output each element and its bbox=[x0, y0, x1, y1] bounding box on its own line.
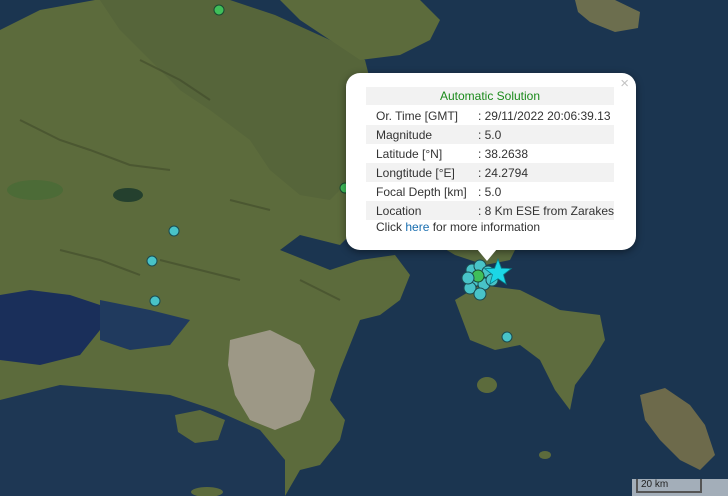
info-label: Location bbox=[366, 201, 474, 220]
info-value: : 8 Km ESE from Zarakes bbox=[473, 201, 614, 220]
info-value: : 38.2638 bbox=[477, 146, 528, 161]
close-icon[interactable]: × bbox=[620, 76, 629, 91]
event-marker[interactable] bbox=[168, 225, 180, 237]
event-marker[interactable] bbox=[146, 255, 158, 267]
table-row: Magnitude : 5.0 bbox=[366, 125, 614, 144]
event-info-table: Or. Time [GMT] : 29/11/2022 20:06:39.13 … bbox=[366, 106, 614, 220]
table-row: Or. Time [GMT] : 29/11/2022 20:06:39.13 bbox=[366, 106, 614, 125]
more-info-prefix: Click bbox=[376, 220, 406, 234]
lake bbox=[7, 180, 63, 200]
islet bbox=[477, 377, 497, 393]
event-marker[interactable] bbox=[501, 331, 513, 343]
event-info-popup: × Automatic Solution Or. Time [GMT] : 29… bbox=[346, 73, 636, 250]
info-label: Focal Depth [km] bbox=[376, 184, 467, 199]
table-row: Focal Depth [km] : 5.0 bbox=[366, 182, 614, 201]
more-info-line: Click here for more information bbox=[376, 220, 540, 234]
info-value: : 5.0 bbox=[473, 125, 614, 144]
table-row: Latitude [°N] : 38.2638 bbox=[366, 144, 614, 163]
table-row: Longtitude [°E] : 24.2794 bbox=[366, 163, 614, 182]
info-label: Latitude [°N] bbox=[376, 146, 443, 161]
more-info-link[interactable]: here bbox=[405, 220, 429, 234]
event-marker[interactable] bbox=[213, 4, 225, 16]
islet bbox=[539, 451, 551, 459]
info-value: : 5.0 bbox=[477, 184, 502, 199]
scale-control: 20 km bbox=[632, 479, 728, 496]
popup-title: Automatic Solution bbox=[366, 87, 614, 105]
more-info-suffix: for more information bbox=[429, 220, 541, 234]
info-value: : 29/11/2022 20:06:39.13 bbox=[477, 108, 611, 123]
info-label: Longtitude [°E] bbox=[366, 163, 474, 182]
event-marker[interactable] bbox=[149, 295, 161, 307]
info-value: : 24.2794 bbox=[473, 163, 614, 182]
scale-bar: 20 km bbox=[636, 479, 702, 493]
table-row: Location : 8 Km ESE from Zarakes bbox=[366, 201, 614, 220]
lake bbox=[113, 188, 143, 202]
info-label: Or. Time [GMT] bbox=[376, 108, 459, 123]
popup-pointer bbox=[477, 249, 497, 261]
info-label: Magnitude bbox=[366, 125, 474, 144]
